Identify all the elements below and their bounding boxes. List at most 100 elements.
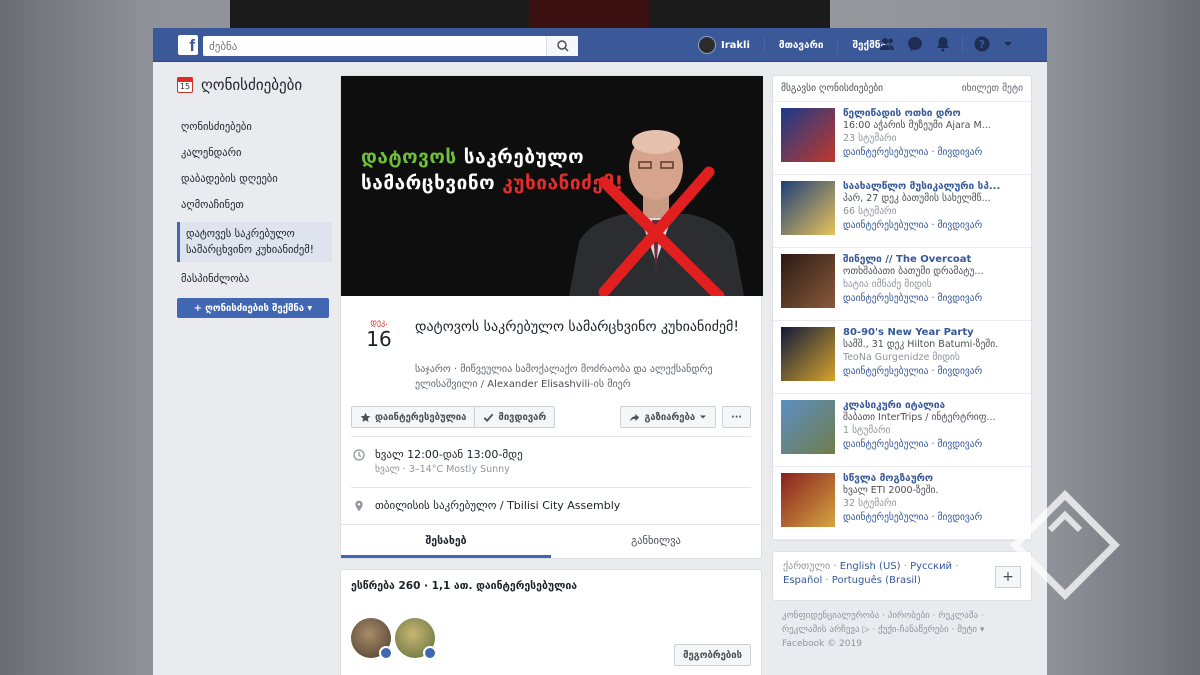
language-box: ქართული · English (US) · Русский · Españ… <box>772 551 1032 601</box>
search-button[interactable] <box>546 36 578 56</box>
sidebar-item-discover[interactable]: აღმოაჩინეთ <box>177 192 332 218</box>
event-thumbnail[interactable] <box>781 181 835 235</box>
search-box <box>203 36 578 56</box>
suggested-event-title[interactable]: საახალწლო მუსიკალური სპ... <box>843 181 1023 192</box>
suggested-event-actions[interactable]: დაინტერესებულია · მივდივარ <box>843 145 1023 160</box>
chevron-down-icon <box>700 415 707 419</box>
avatar[interactable] <box>395 618 437 660</box>
footer-links: კონფიდენციალურობა · პირობები · რეკლამა ·… <box>772 601 1032 659</box>
suggested-event[interactable]: საახალწლო მუსიკალური სპ... პარ, 27 დეკ ბა… <box>773 175 1031 248</box>
messenger-icon[interactable] <box>906 35 924 53</box>
event-thumbnail[interactable] <box>781 400 835 454</box>
suggested-events-title: მსგავსი ღონისძიებები <box>781 83 884 94</box>
sidebar-item-birthdays[interactable]: დაბადების დღეები <box>177 166 332 192</box>
suggested-event-guests: 1 სტუმარი <box>843 425 891 436</box>
suggested-event-guests: 66 სტუმარი <box>843 206 897 217</box>
user-name: Irakli <box>721 39 750 51</box>
event-cover-photo[interactable]: დატოვოს საკრებულო სამარცხვინო კუხიანიძემ… <box>341 76 763 296</box>
guests-card: ესწრება 260 · 1,1 ათ. დაინტერესებულია მე… <box>340 569 762 675</box>
right-sidebar: მსგავსი ღონისძიებები იხილეთ მეტი წელიწად… <box>772 75 1032 659</box>
interested-button[interactable]: დაინტერესებულია <box>351 406 475 428</box>
avatar[interactable] <box>351 618 393 660</box>
language-link[interactable]: Português (Brasil) <box>832 575 921 586</box>
event-header: დეკ. 16 დატოვოს საკრებულო სამარცხვინო კუ… <box>341 296 761 406</box>
suggested-event-title[interactable]: კლასიკური იტალია <box>843 400 1023 411</box>
events-title: ღონისძიებები <box>201 76 303 94</box>
search-icon <box>557 40 569 52</box>
help-icon[interactable]: ? <box>973 35 991 53</box>
see-more-link[interactable]: იხილეთ მეტი <box>962 83 1023 94</box>
left-sidebar: 15 ღონისძიებები ღონისძიებები კალენდარი დ… <box>177 76 332 318</box>
more-options-button[interactable]: ··· <box>722 406 751 428</box>
going-badge-icon <box>423 646 437 660</box>
suggested-event[interactable]: სწვლა მოგზაურო ხვალ ETI 2000-ზეში. 32 სტუმ… <box>773 467 1031 540</box>
rsvp-button-group: დაინტერესებულია მივდივარ <box>351 406 556 428</box>
event-thumbnail[interactable] <box>781 473 835 527</box>
suggested-event[interactable]: კლასიკური იტალია შაბათი InterTrips / ინტე… <box>773 394 1031 467</box>
language-link[interactable]: Español <box>783 575 822 586</box>
guests-stat[interactable]: ესწრება 260 · 1,1 ათ. დაინტერესებულია <box>351 580 751 592</box>
home-link[interactable]: მთავარი <box>779 40 824 51</box>
facebook-logo-icon[interactable]: f <box>178 35 198 55</box>
suggested-event[interactable]: 80-90's New Year Party სამშ., 31 დეკ Hilt… <box>773 321 1031 394</box>
location-pin-icon <box>355 500 363 512</box>
going-button[interactable]: მივდივარ <box>474 406 556 428</box>
suggested-event-title[interactable]: 80-90's New Year Party <box>843 327 1023 338</box>
event-tabs: შესახებ განხილვა <box>341 524 761 558</box>
event-thumbnail[interactable] <box>781 108 835 162</box>
notifications-bell-icon[interactable] <box>934 35 952 53</box>
invite-friends-button[interactable]: მეგობრების <box>674 644 751 666</box>
top-nav-links: Irakli მთავარი შექმნა <box>698 28 886 62</box>
language-link[interactable]: Русский <box>910 561 952 572</box>
event-info: სწვლა მოგზაურო ხვალ ETI 2000-ზეში. 32 სტუმ… <box>843 473 1023 533</box>
event-card: დატოვოს საკრებულო სამარცხვინო კუხიანიძემ… <box>340 75 763 559</box>
event-info: წელიწადის ოთხი დრო 16:00 აჭარის მუზეუმი A… <box>843 108 1023 168</box>
suggested-event-actions[interactable]: დაინტერესებულია · მივდივარ <box>843 437 1023 452</box>
suggested-event-actions[interactable]: დაინტერესებულია · მივდივარ <box>843 510 1023 525</box>
suggested-event-guests: ხატია იმნაძე მიდის <box>843 279 932 290</box>
tab-about[interactable]: შესახებ <box>341 525 551 558</box>
host-name-link[interactable]: Alexander Elisashvili <box>487 379 590 390</box>
suggested-event-title[interactable]: სწვლა მოგზაურო <box>843 473 1023 484</box>
suggested-event-actions[interactable]: დაინტერესებულია · მივდივარ <box>843 364 1023 379</box>
footer-line[interactable]: რეკლამის არჩევა ▷ · ქუქი-ჩანაწერები · მე… <box>782 623 1022 637</box>
sidebar-item-calendar[interactable]: კალენდარი <box>177 140 332 166</box>
calendar-icon: 15 <box>177 77 193 93</box>
sidebar-item-events[interactable]: ღონისძიებები <box>177 114 332 140</box>
tab-discussion[interactable]: განხილვა <box>551 525 761 558</box>
suggested-event[interactable]: შინელი // The Overcoat ოთხშაბათი ბათუმი დ… <box>773 248 1031 321</box>
events-heading[interactable]: 15 ღონისძიებები <box>177 76 332 94</box>
friend-requests-icon[interactable] <box>878 35 896 53</box>
create-event-button[interactable]: + ღონისძიების შექმნა ▾ <box>177 298 329 318</box>
event-location[interactable]: თბილისის საკრებულო / Tbilisi City Assemb… <box>375 498 620 514</box>
sidebar-item-hosting[interactable]: მასპინძლობა <box>177 266 332 292</box>
sidebar-item-current-event[interactable]: დატოვეს საკრებულო სამარცხვინო კუხიანიძემ… <box>177 222 332 262</box>
share-button[interactable]: გაზიარება <box>620 406 717 428</box>
search-input[interactable] <box>203 36 538 56</box>
suggested-event-title[interactable]: წელიწადის ოთხი დრო <box>843 108 1023 119</box>
profile-link[interactable]: Irakli <box>698 36 750 54</box>
event-day: 16 <box>366 327 392 351</box>
event-thumbnail[interactable] <box>781 254 835 308</box>
suggested-event-actions[interactable]: დაინტერესებულია · მივდივარ <box>843 291 1023 306</box>
top-navigation-bar: f Irakli მთავარი შექმნა ? <box>153 28 1047 62</box>
suggested-event-details: ხვალ ETI 2000-ზეში. <box>843 485 939 496</box>
event-title: დატოვოს საკრებულო სამარცხვინო კუხიანიძემ… <box>415 319 739 335</box>
language-link[interactable]: English (US) <box>840 561 901 572</box>
nav-divider <box>763 37 765 53</box>
suggested-event-details: სამშ., 31 დეკ Hilton Batumi-ზეში. <box>843 339 999 350</box>
background-video-strip <box>230 0 830 30</box>
nav-divider <box>837 37 839 53</box>
suggested-event-actions[interactable]: დაინტერესებულია · მივდივარ <box>843 218 1023 233</box>
event-thumbnail[interactable] <box>781 327 835 381</box>
channel-watermark-logo-icon <box>1010 490 1120 600</box>
actions-spacer <box>561 406 614 428</box>
suggested-event[interactable]: წელიწადის ოთხი დრო 16:00 აჭარის მუზეუმი A… <box>773 102 1031 175</box>
suggested-event-details: შაბათი InterTrips / ინტერტრიფ... <box>843 412 996 423</box>
suggested-events-header: მსგავსი ღონისძიებები იხილეთ მეტი <box>773 76 1031 102</box>
event-time[interactable]: ხვალ 12:00-დან 13:00-მდე <box>375 447 523 463</box>
footer-line[interactable]: კონფიდენციალურობა · პირობები · რეკლამა · <box>782 609 1022 623</box>
event-month: დეკ. <box>370 318 388 327</box>
account-menu-chevron-icon[interactable] <box>1001 35 1015 53</box>
suggested-event-title[interactable]: შინელი // The Overcoat <box>843 254 1023 265</box>
